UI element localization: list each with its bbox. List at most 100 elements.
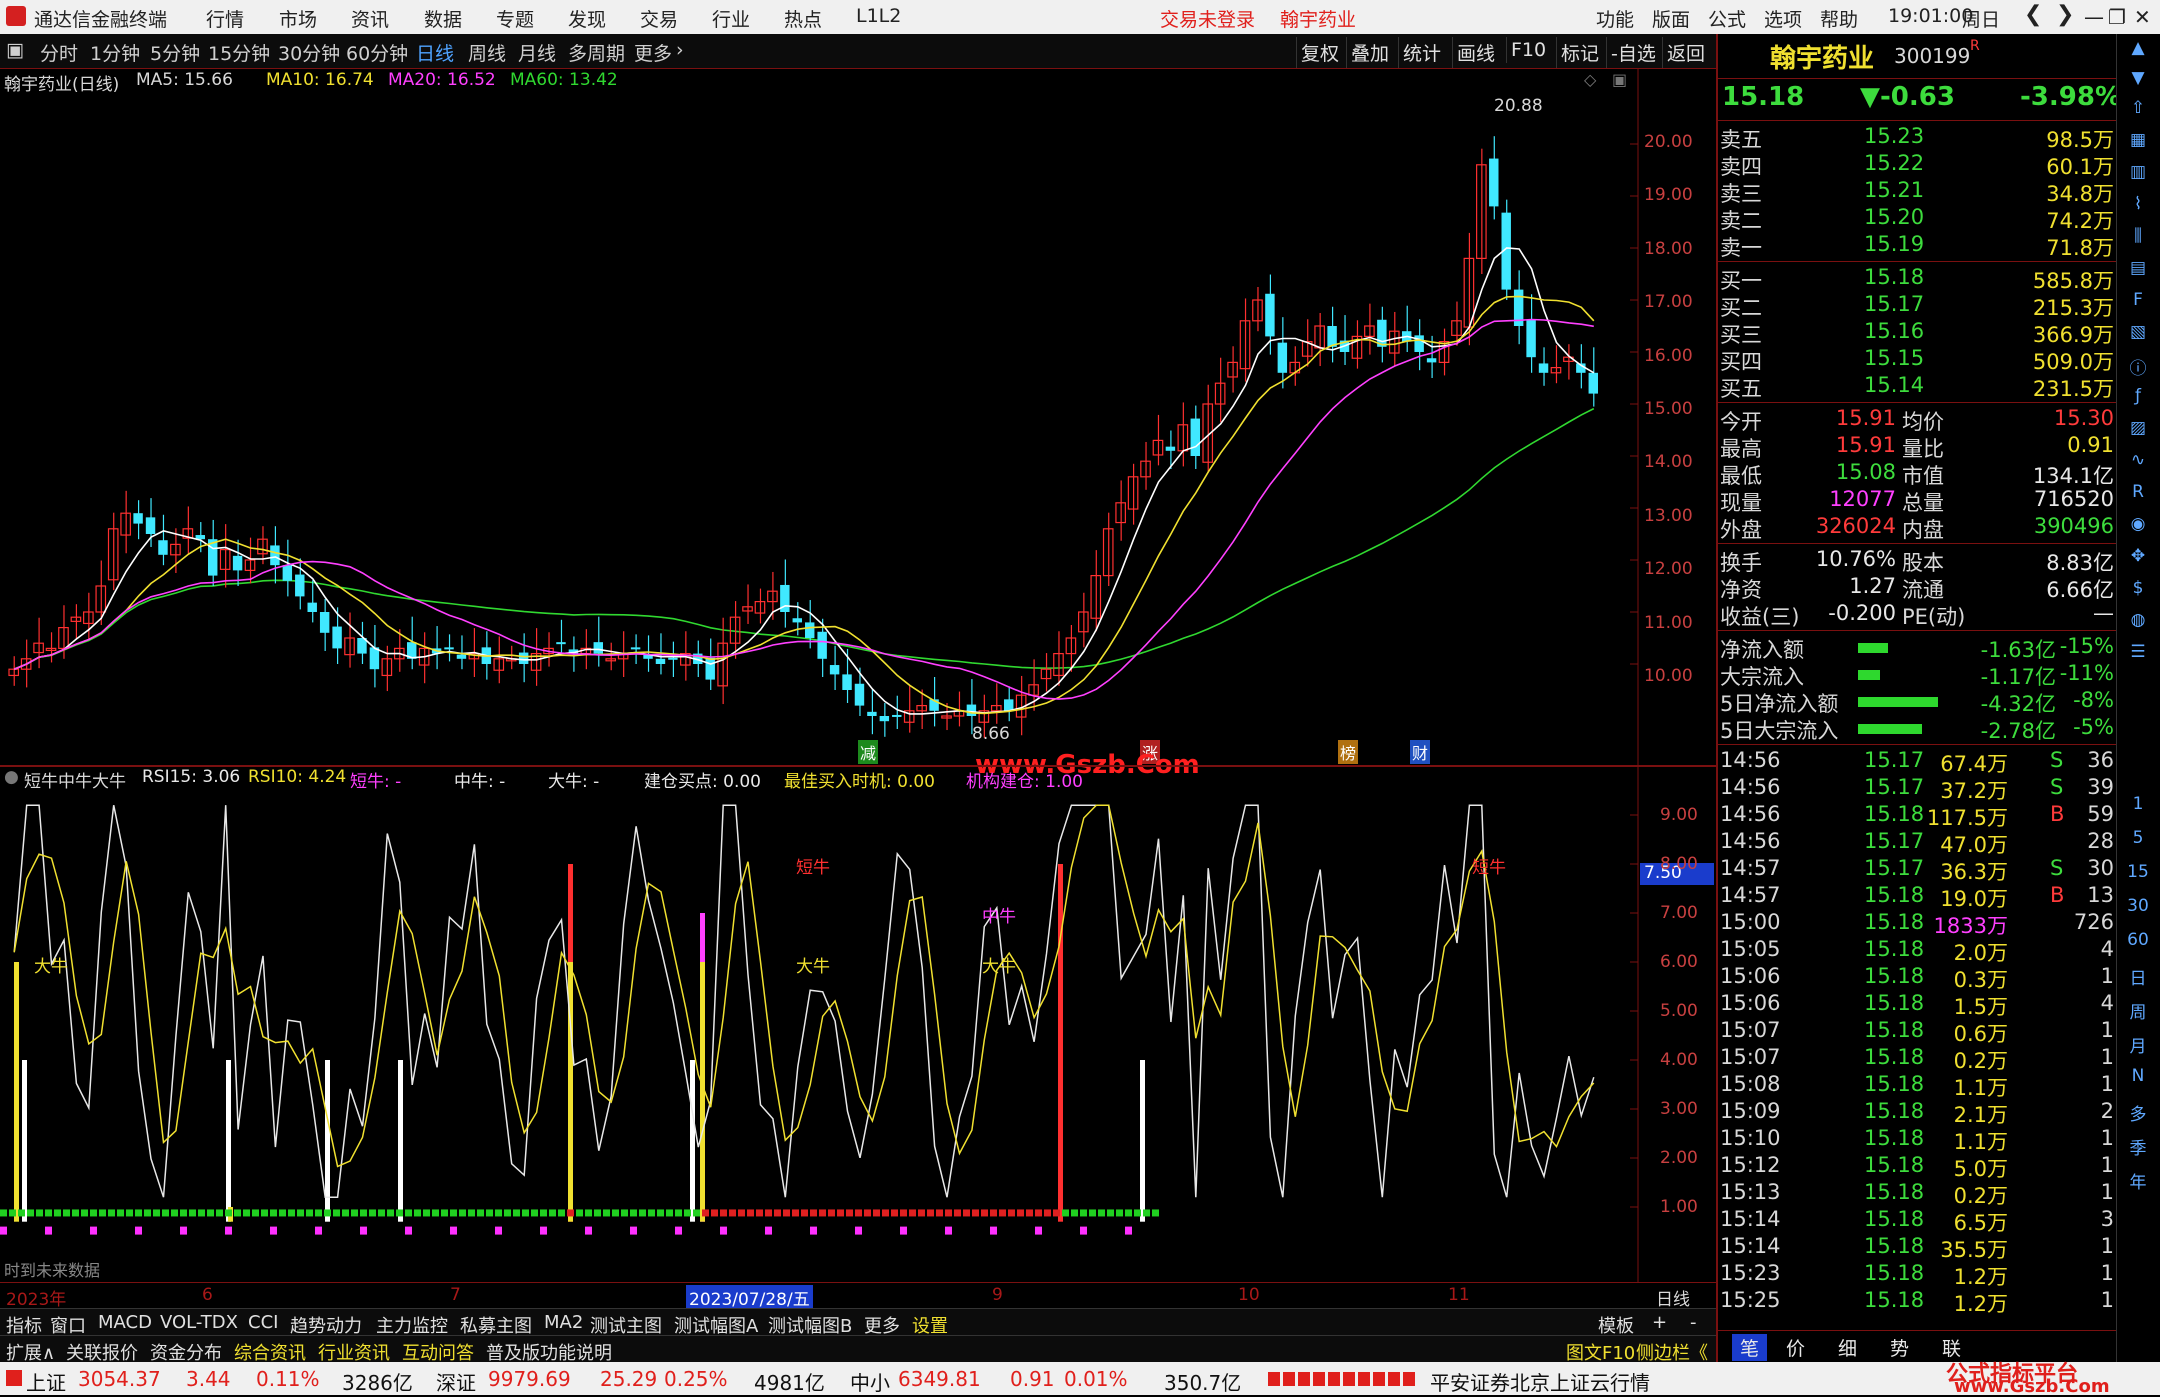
menu-formula[interactable]: 公式 — [1708, 5, 1746, 32]
toolstrip-period[interactable]: 30 — [2123, 896, 2153, 922]
toolstrip-period[interactable]: 多 — [2123, 1100, 2153, 1126]
forward-arrow-icon[interactable]: ❯ — [2056, 2, 2074, 27]
tick-row[interactable]: 14:56 15.17 47.0万 28 — [1718, 829, 2118, 857]
menu-industry[interactable]: 行业 — [712, 5, 750, 32]
remove-button[interactable]: - — [1690, 1312, 1697, 1333]
tick-row[interactable]: 14:56 15.17 37.2万 S 39 — [1718, 775, 2118, 803]
tool-adjust[interactable]: 复权 — [1296, 37, 1343, 68]
rsi-icon[interactable]: R — [2123, 482, 2153, 508]
tick-row[interactable]: 14:56 15.17 67.4万 S 36 — [1718, 748, 2118, 776]
toolstrip-period[interactable]: 年 — [2123, 1168, 2153, 1194]
tick-row[interactable]: 14:56 15.18 117.5万 B 59 — [1718, 802, 2118, 830]
toolstrip-period[interactable]: 15 — [2123, 862, 2153, 888]
tick-row[interactable]: 15:05 15.18 2.0万 4 — [1718, 937, 2118, 965]
ask-row[interactable]: 卖四 15.22 60.1万 — [1718, 151, 2118, 179]
toolstrip-period[interactable]: 季 — [2123, 1134, 2153, 1160]
toolstrip-period[interactable]: N — [2123, 1066, 2153, 1092]
fx-icon[interactable]: ƒ — [2123, 386, 2153, 412]
up-arrow-icon[interactable]: ▲ — [2123, 38, 2153, 64]
down-arrow-icon[interactable]: ▼ — [2123, 68, 2153, 94]
candle-icon[interactable]: ⫼ — [2123, 226, 2153, 252]
event-mark-rank[interactable]: 榜 — [1338, 740, 1359, 764]
menu-discover[interactable]: 发现 — [568, 5, 606, 32]
tool-mark[interactable]: 标记 — [1556, 37, 1603, 68]
period-60min[interactable]: 60分钟 — [346, 39, 408, 66]
tool-watchlist[interactable]: -自选 — [1606, 37, 1660, 68]
tab-cci[interactable]: CCI — [248, 1312, 278, 1333]
bid-row[interactable]: 买三 15.16 366.9万 — [1718, 319, 2118, 347]
menu-hot[interactable]: 热点 — [784, 5, 822, 32]
bid-row[interactable]: 买一 15.18 585.8万 — [1718, 265, 2118, 293]
menu-topic[interactable]: 专题 — [496, 5, 534, 32]
tick-row[interactable]: 15:14 15.18 6.5万 3 — [1718, 1207, 2118, 1235]
restore-icon[interactable]: ❐ — [2108, 5, 2126, 29]
event-mark-reduce[interactable]: 减 — [858, 740, 879, 764]
tick-row[interactable]: 15:07 15.18 0.2万 1 — [1718, 1045, 2118, 1073]
menu-layout[interactable]: 版面 — [1652, 5, 1690, 32]
tab-trend[interactable]: 势 — [1890, 1334, 1909, 1361]
ask-row[interactable]: 卖五 15.23 98.5万 — [1718, 124, 2118, 152]
toolstrip-period[interactable]: 日 — [2123, 964, 2153, 990]
menu-l1l2[interactable]: L1L2 — [856, 5, 901, 27]
chart-icon[interactable]: ▦ — [2123, 130, 2153, 156]
tick-row[interactable]: 14:57 15.17 36.3万 S 30 — [1718, 856, 2118, 884]
panel-toggle-icon[interactable]: ▣ — [6, 39, 24, 61]
up-outline-icon[interactable]: ⇧ — [2123, 98, 2153, 124]
tab-price[interactable]: 价 — [1786, 1334, 1805, 1361]
minimize-icon[interactable]: — — [2084, 5, 2104, 29]
dollar-icon[interactable]: $ — [2123, 578, 2153, 604]
toolstrip-period[interactable]: 1 — [2123, 794, 2153, 820]
tick-row[interactable]: 15:00 15.18 1833万 726 — [1718, 910, 2118, 938]
tool-back[interactable]: 返回 — [1662, 37, 1709, 68]
tick-row[interactable]: 15:25 15.18 1.2万 1 — [1718, 1288, 2118, 1316]
move-icon[interactable]: ✥ — [2123, 546, 2153, 572]
tick-row[interactable]: 15:23 15.18 1.2万 1 — [1718, 1261, 2118, 1289]
bid-row[interactable]: 买二 15.17 215.3万 — [1718, 292, 2118, 320]
candlestick-chart[interactable]: 翰宇药业(日线) MA5: 15.66 MA10: 16.74 MA20: 16… — [0, 68, 1716, 780]
news-icon[interactable]: ▧ — [2123, 322, 2153, 348]
wave-icon[interactable]: ∿ — [2123, 450, 2153, 476]
tool-f10[interactable]: F10 — [1506, 37, 1550, 63]
menu-news[interactable]: 资讯 — [351, 5, 389, 32]
tick-row[interactable]: 15:06 15.18 0.3万 1 — [1718, 964, 2118, 992]
zx-index-label[interactable]: 中小 — [850, 1367, 890, 1396]
event-mark-finance[interactable]: 财 — [1410, 740, 1431, 764]
globe-icon[interactable]: ◍ — [2123, 610, 2153, 636]
tab-trades[interactable]: 笔 — [1732, 1334, 1768, 1361]
menu-data[interactable]: 数据 — [424, 5, 462, 32]
tool-overlay[interactable]: 叠加 — [1346, 37, 1393, 68]
tick-row[interactable]: 15:13 15.18 0.2万 1 — [1718, 1180, 2118, 1208]
tab-macd[interactable]: MACD — [98, 1312, 152, 1333]
period-30min[interactable]: 30分钟 — [278, 39, 340, 66]
sh-index-label[interactable]: 上证 — [26, 1367, 66, 1396]
window-icon[interactable]: ▣ — [1612, 70, 1627, 89]
tab-detail[interactable]: 细 — [1838, 1334, 1857, 1361]
menu-trade[interactable]: 交易 — [640, 5, 678, 32]
menu-function[interactable]: 功能 — [1596, 5, 1634, 32]
tab-vol-tdx[interactable]: VOL-TDX — [160, 1312, 238, 1333]
period-multi[interactable]: 多周期 — [568, 39, 625, 66]
period-daily[interactable]: 日线 — [416, 39, 454, 66]
tool-stats[interactable]: 统计 — [1398, 37, 1445, 68]
line-chart-icon[interactable]: ⌇ — [2123, 194, 2153, 220]
bid-row[interactable]: 买四 15.15 509.0万 — [1718, 346, 2118, 374]
pin-icon[interactable]: ◉ — [2123, 514, 2153, 540]
close-icon[interactable]: ✕ — [2134, 5, 2151, 29]
add-button[interactable]: + — [1652, 1312, 1667, 1333]
period-15min[interactable]: 15分钟 — [208, 39, 270, 66]
tick-row[interactable]: 15:06 15.18 1.5万 4 — [1718, 991, 2118, 1019]
chevron-right-icon[interactable]: › — [676, 39, 684, 61]
trade-status[interactable]: 交易未登录 — [1160, 5, 1255, 32]
tool-draw[interactable]: 画线 — [1452, 37, 1499, 68]
ask-row[interactable]: 卖一 15.19 71.8万 — [1718, 232, 2118, 260]
tick-row[interactable]: 15:10 15.18 1.1万 1 — [1718, 1126, 2118, 1154]
tick-row[interactable]: 15:09 15.18 2.1万 2 — [1718, 1099, 2118, 1127]
f10-icon[interactable]: F — [2123, 290, 2153, 316]
bid-row[interactable]: 买五 15.14 231.5万 — [1718, 373, 2118, 401]
diamond-icon[interactable]: ◇ — [1584, 70, 1596, 89]
period-monthly[interactable]: 月线 — [518, 39, 556, 66]
calculator-icon[interactable]: ▨ — [2123, 418, 2153, 444]
layers-icon[interactable]: ☰ — [2123, 642, 2153, 668]
ask-row[interactable]: 卖三 15.21 34.8万 — [1718, 178, 2118, 206]
tick-row[interactable]: 14:57 15.18 19.0万 B 13 — [1718, 883, 2118, 911]
